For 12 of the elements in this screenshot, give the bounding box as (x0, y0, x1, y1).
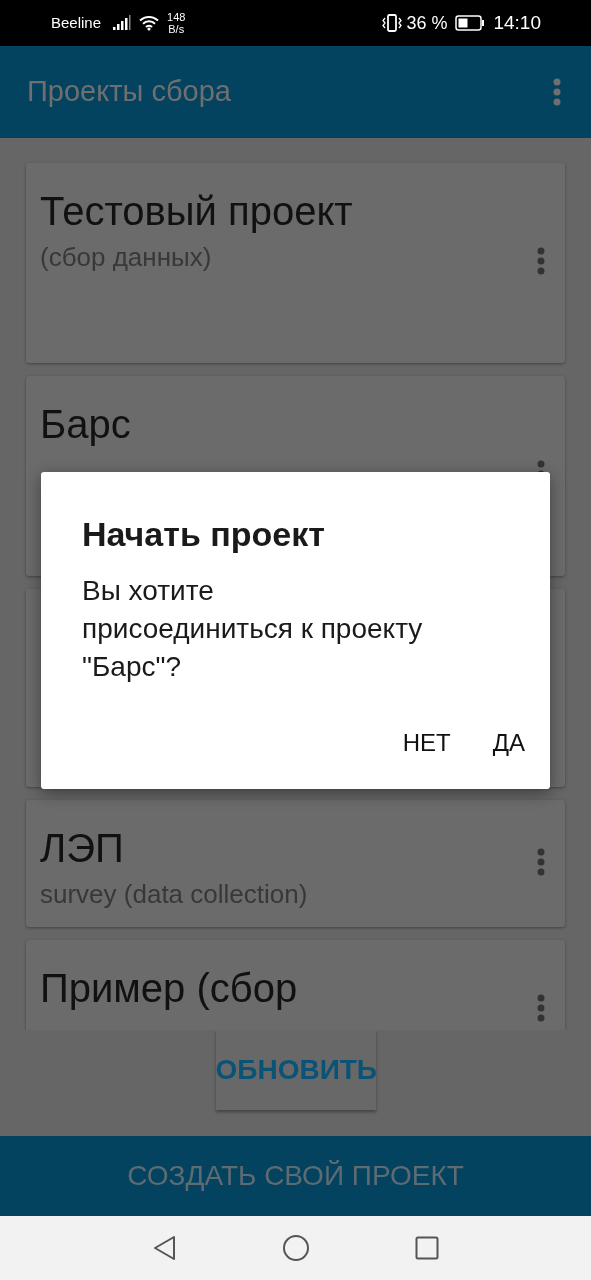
project-title: Барс (40, 401, 132, 448)
network-speed: B/s (168, 23, 185, 35)
project-title: ЛЭП (40, 825, 125, 872)
project-title: Тестовый проект (40, 188, 354, 235)
project-title: Пример (сбор (40, 965, 299, 1012)
battery-percent: 36 % (406, 11, 448, 35)
dialog-title: Начать проект (82, 514, 326, 555)
clock: 14:10 (493, 10, 541, 35)
app-title: Проекты сбора (27, 74, 231, 110)
network-speed: 148 (167, 11, 186, 23)
dialog-message: Вы хотите присоединиться к проекту "Барс"? (82, 574, 424, 684)
carrier-name: Beeline (51, 12, 102, 33)
